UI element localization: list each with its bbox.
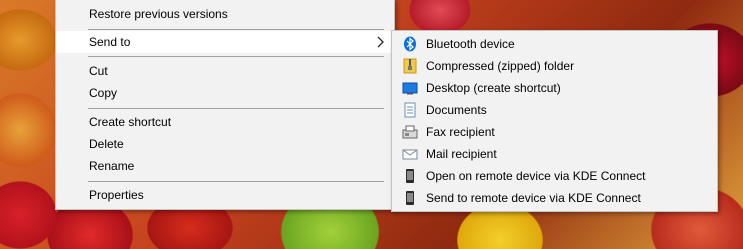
- send-to-submenu: Bluetooth device Compressed (zipped) fol…: [391, 30, 718, 212]
- submenu-item-open-kde-connect[interactable]: Open on remote device via KDE Connect: [392, 165, 717, 187]
- fax-icon: [402, 125, 418, 139]
- zip-folder-icon: [403, 58, 417, 74]
- submenu-item-label: Documents: [426, 103, 487, 117]
- menu-separator: [88, 108, 384, 109]
- chevron-right-icon: [377, 36, 384, 48]
- menu-separator: [88, 181, 384, 182]
- phone-icon: [406, 169, 414, 183]
- menu-item-label: Rename: [89, 159, 135, 173]
- menu-item-label: Delete: [89, 137, 124, 151]
- submenu-item-label: Open on remote device via KDE Connect: [426, 169, 646, 183]
- menu-item-cut[interactable]: Cut: [56, 60, 394, 82]
- mail-icon: [402, 149, 418, 160]
- menu-item-label: Copy: [89, 86, 118, 100]
- menu-item-label: Send to: [89, 35, 131, 49]
- menu-item-delete[interactable]: Delete: [56, 133, 394, 155]
- desktop-icon: [402, 82, 418, 95]
- menu-item-copy[interactable]: Copy: [56, 82, 394, 104]
- menu-item-restore-previous-versions[interactable]: Restore previous versions: [56, 3, 394, 25]
- menu-item-label: Properties: [89, 188, 144, 202]
- menu-item-create-shortcut[interactable]: Create shortcut: [56, 111, 394, 133]
- submenu-item-bluetooth-device[interactable]: Bluetooth device: [392, 33, 717, 55]
- submenu-item-label: Send to remote device via KDE Connect: [426, 191, 641, 205]
- menu-item-label: Cut: [89, 64, 108, 78]
- menu-separator: [88, 29, 384, 30]
- submenu-item-label: Mail recipient: [426, 147, 497, 161]
- menu-separator: [88, 56, 384, 57]
- submenu-item-label: Bluetooth device: [426, 37, 515, 51]
- context-menu: Restore previous versions Send to Cut Co…: [55, 0, 395, 210]
- submenu-item-fax-recipient[interactable]: Fax recipient: [392, 121, 717, 143]
- menu-item-label: Restore previous versions: [89, 7, 228, 21]
- submenu-item-label: Fax recipient: [426, 125, 495, 139]
- submenu-item-send-kde-connect[interactable]: Send to remote device via KDE Connect: [392, 187, 717, 209]
- submenu-item-documents[interactable]: Documents: [392, 99, 717, 121]
- submenu-item-desktop-shortcut[interactable]: Desktop (create shortcut): [392, 77, 717, 99]
- menu-item-properties[interactable]: Properties: [56, 184, 394, 206]
- menu-item-rename[interactable]: Rename: [56, 155, 394, 177]
- menu-item-send-to[interactable]: Send to: [56, 31, 394, 53]
- bluetooth-icon: [404, 36, 416, 52]
- submenu-item-compressed-folder[interactable]: Compressed (zipped) folder: [392, 55, 717, 77]
- documents-icon: [404, 102, 416, 118]
- phone-icon: [406, 191, 414, 205]
- submenu-item-label: Desktop (create shortcut): [426, 81, 561, 95]
- submenu-item-mail-recipient[interactable]: Mail recipient: [392, 143, 717, 165]
- submenu-item-label: Compressed (zipped) folder: [426, 59, 575, 73]
- menu-item-label: Create shortcut: [89, 115, 172, 129]
